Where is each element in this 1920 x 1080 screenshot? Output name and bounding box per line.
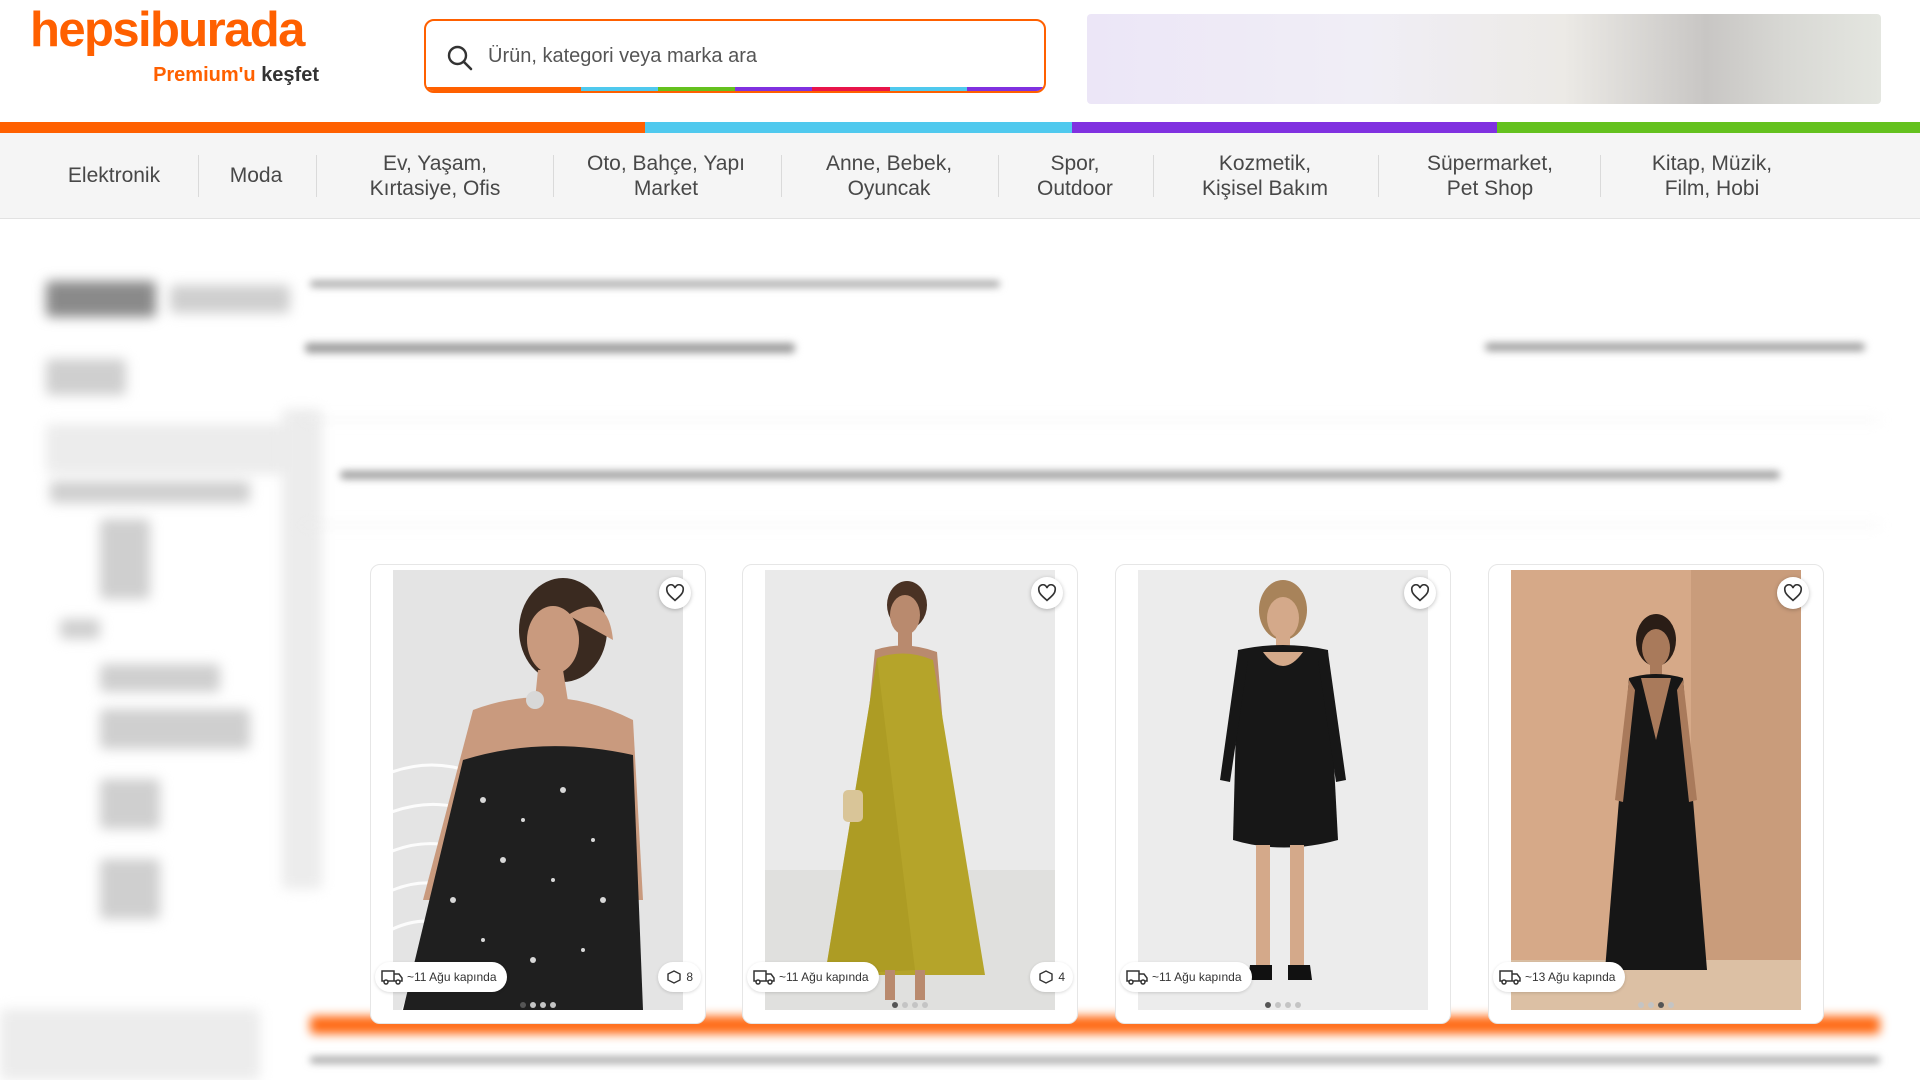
variant-count: 8 (686, 970, 693, 984)
favorite-button[interactable] (1031, 577, 1063, 609)
blurred-sidebar-footer (0, 1009, 260, 1080)
black-dress-photo (1138, 570, 1428, 1010)
heart-icon (1410, 584, 1430, 602)
nav-divider (316, 155, 317, 197)
search-box[interactable] (424, 19, 1046, 93)
blurred-sidebar-row (100, 664, 220, 692)
premium-label: Premium'u (153, 64, 256, 86)
delivery-badge: ~11 Ağu kapında (747, 962, 879, 992)
brand-color-bar (0, 122, 1920, 133)
delivery-date: ~11 Ağu kapında (1152, 970, 1242, 984)
olive-dress-photo (765, 570, 1055, 1010)
variant-count-badge: 8 (658, 962, 701, 992)
blurred-sidebar-scrollbar (282, 409, 322, 889)
product-image[interactable] (1511, 570, 1801, 1010)
search-icon[interactable] (446, 44, 474, 72)
category-nav: Elektronik Moda Ev, Yaşam, Kırtasiye, Of… (0, 133, 1920, 219)
floral-dress-photo (393, 570, 683, 1010)
image-carousel-dots[interactable] (371, 1002, 705, 1008)
nav-divider (553, 155, 554, 197)
blurred-sidebar-row (50, 481, 250, 503)
nav-divider (1600, 155, 1601, 197)
blurred-sidebar-row (100, 859, 160, 919)
nav-divider (198, 155, 199, 197)
product-card[interactable]: ~13 Ağu kapında (1488, 564, 1824, 1024)
image-carousel-dots[interactable] (1116, 1002, 1450, 1008)
variant-tag-icon (667, 970, 682, 984)
delivery-truck-icon (1126, 970, 1148, 985)
delivery-truck-icon (1499, 970, 1521, 985)
nav-divider (998, 155, 999, 197)
premium-link[interactable]: Premium'u keşfet (153, 64, 319, 87)
product-card[interactable]: ~11 Ağu kapında 4 (742, 564, 1078, 1024)
image-carousel-dots[interactable] (1489, 1002, 1823, 1008)
discover-label: keşfet (261, 64, 319, 86)
blurred-divider (300, 419, 1880, 421)
nav-item-ev-yasam[interactable]: Ev, Yaşam, Kırtasiye, Ofis (318, 133, 552, 218)
nav-divider (1153, 155, 1154, 197)
blurred-sidebar-title (46, 281, 156, 317)
nav-divider (1378, 155, 1379, 197)
search-color-strip (426, 87, 1044, 91)
favorite-button[interactable] (1777, 577, 1809, 609)
nav-item-anne-bebek[interactable]: Anne, Bebek, Oyuncak (783, 133, 995, 218)
delivery-date: ~13 Ağu kapında (1525, 970, 1616, 984)
product-image[interactable] (1138, 570, 1428, 1010)
product-card[interactable]: ~11 Ağu kapında 8 (370, 564, 706, 1024)
blurred-sidebar-row (100, 779, 160, 829)
black-jumpsuit-photo (1511, 570, 1801, 1010)
promo-banner[interactable] (1087, 14, 1881, 104)
delivery-date: ~11 Ağu kapında (779, 970, 869, 984)
heart-icon (1783, 584, 1803, 602)
delivery-badge: ~11 Ağu kapında (1120, 962, 1252, 992)
blurred-sidebar-subtitle (170, 285, 290, 313)
delivery-truck-icon (753, 970, 775, 985)
delivery-badge: ~11 Ağu kapında (375, 962, 507, 992)
blurred-sidebar-row (100, 519, 150, 599)
blurred-divider (300, 524, 1880, 526)
heart-icon (1037, 584, 1057, 602)
blurred-sidebar-block (46, 424, 306, 474)
nav-divider (781, 155, 782, 197)
nav-item-supermarket[interactable]: Süpermarket, Pet Shop (1380, 133, 1600, 218)
product-image[interactable] (393, 570, 683, 1010)
blurred-filter-chips (340, 471, 1780, 479)
blurred-sidebar-chip (46, 359, 126, 395)
nav-item-moda[interactable]: Moda (200, 133, 312, 218)
search-input[interactable] (488, 21, 1028, 91)
nav-item-kitap[interactable]: Kitap, Müzik, Film, Hobi (1602, 133, 1822, 218)
blurred-sort-control (1485, 343, 1865, 351)
nav-item-spor[interactable]: Spor, Outdoor (1000, 133, 1150, 218)
variant-count-badge: 4 (1030, 962, 1073, 992)
blurred-sidebar-row (60, 619, 100, 639)
product-image[interactable] (765, 570, 1055, 1010)
favorite-button[interactable] (1404, 577, 1436, 609)
blurred-breadcrumb (310, 281, 1000, 287)
delivery-truck-icon (381, 970, 403, 985)
delivery-date: ~11 Ağu kapında (407, 970, 497, 984)
nav-item-elektronik[interactable]: Elektronik (28, 133, 200, 218)
nav-item-kozmetik[interactable]: Kozmetik, Kişisel Bakım (1155, 133, 1375, 218)
favorite-button[interactable] (659, 577, 691, 609)
blurred-result-title (305, 343, 795, 353)
logo-wordmark: hepsiburada (30, 3, 305, 57)
nav-item-oto-bahce[interactable]: Oto, Bahçe, Yapı Market (555, 133, 777, 218)
blurred-footer-line (310, 1057, 1880, 1063)
blurred-sidebar-row (100, 709, 250, 749)
delivery-badge: ~13 Ağu kapında (1493, 962, 1626, 992)
image-carousel-dots[interactable] (743, 1002, 1077, 1008)
variant-count: 4 (1058, 970, 1065, 984)
variant-tag-icon (1039, 970, 1054, 984)
heart-icon (665, 584, 685, 602)
product-card[interactable]: ~11 Ağu kapında (1115, 564, 1451, 1024)
